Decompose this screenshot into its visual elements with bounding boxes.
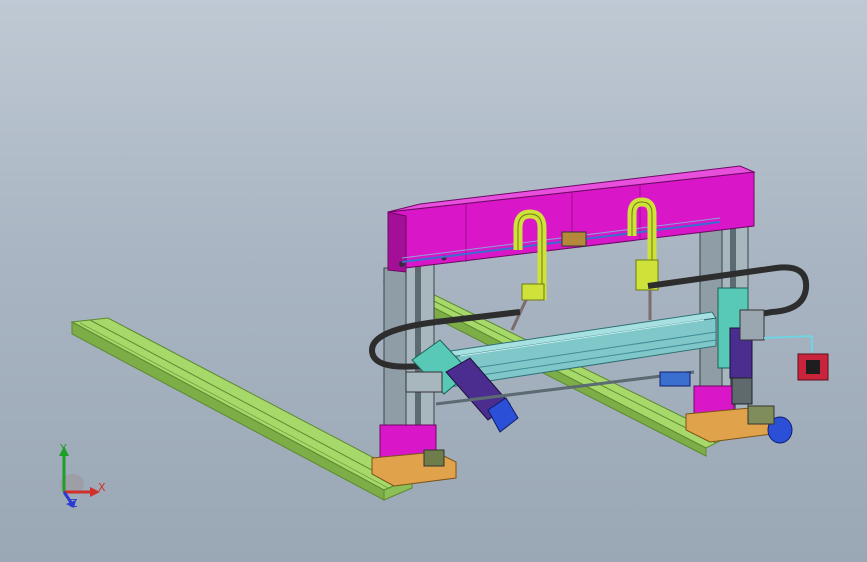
- axis-x-label: X: [98, 481, 106, 494]
- axis-y-label: Y: [60, 442, 67, 455]
- gantry-machine-model[interactable]: [0, 0, 867, 562]
- coordinate-triad: Y X Z: [44, 440, 114, 515]
- left-column-body: [383, 267, 407, 429]
- left-column-post: [415, 262, 421, 428]
- left-foot-motor: [423, 449, 445, 467]
- left-head-block: [405, 371, 443, 393]
- right-head-spindle: [731, 377, 753, 405]
- cad-3d-viewport[interactable]: Y X Z: [0, 0, 867, 562]
- electrical-box[interactable]: [763, 335, 829, 381]
- rod-carriage-block: [561, 231, 587, 247]
- left-rail-side: [71, 321, 385, 501]
- left-rail[interactable]: [70, 317, 414, 501]
- right-drive-gearbox: [747, 405, 775, 425]
- right-head-body: [739, 309, 765, 341]
- axis-z-label: Z: [70, 497, 78, 510]
